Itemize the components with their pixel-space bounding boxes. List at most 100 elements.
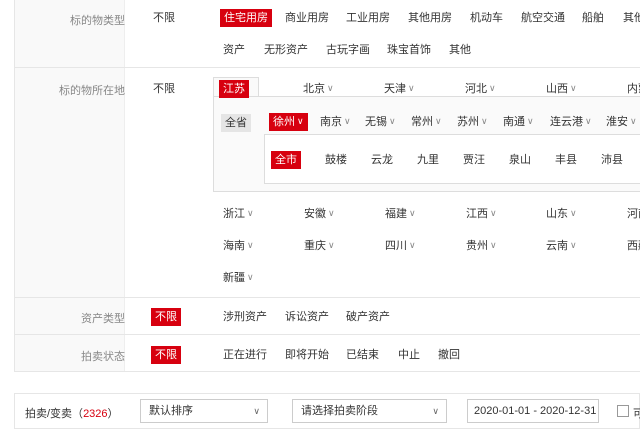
object-type-option-asset[interactable]: 资产 bbox=[223, 42, 245, 58]
province-sichuan[interactable]: 四川 ∨ bbox=[385, 238, 416, 254]
auction-status-suspended[interactable]: 中止 bbox=[398, 347, 420, 363]
district-peixian[interactable]: 沛县 bbox=[601, 152, 623, 168]
chevron-down-icon: ∨ bbox=[409, 240, 416, 250]
province-shandong[interactable]: 山东 ∨ bbox=[546, 206, 577, 222]
province-fujian[interactable]: 福建 ∨ bbox=[385, 206, 416, 222]
city-all-province[interactable]: 全省 bbox=[221, 114, 251, 132]
province-zhejiang[interactable]: 浙江 ∨ bbox=[223, 206, 254, 222]
city-huaian[interactable]: 淮安 ∨ bbox=[606, 114, 637, 130]
object-type-option-commercial[interactable]: 商业用房 bbox=[285, 10, 329, 26]
sort-select[interactable]: 默认排序 ∨ bbox=[140, 399, 268, 423]
asset-type-label: 资产类型 bbox=[81, 313, 125, 325]
chevron-down-icon: ∨ bbox=[328, 240, 335, 250]
result-count-label: 拍卖/变卖（2326） bbox=[25, 408, 119, 420]
object-type-option-antique[interactable]: 古玩字画 bbox=[326, 42, 370, 58]
chevron-down-icon: ∨ bbox=[389, 116, 396, 126]
auction-status-unlimited[interactable]: 不限 bbox=[151, 346, 181, 364]
chevron-down-icon: ∨ bbox=[247, 272, 254, 282]
province-chongqing[interactable]: 重庆 ∨ bbox=[304, 238, 335, 254]
district-jiuli[interactable]: 九里 bbox=[417, 152, 439, 168]
city-wuxi[interactable]: 无锡 ∨ bbox=[365, 114, 396, 130]
province-xizang[interactable]: 西藏 bbox=[627, 238, 640, 254]
province-guizhou[interactable]: 贵州 ∨ bbox=[466, 238, 497, 254]
province-hebei[interactable]: 河北 ∨ bbox=[465, 81, 496, 97]
province-beijing[interactable]: 北京 ∨ bbox=[303, 81, 334, 97]
chevron-down-icon: ∨ bbox=[328, 208, 335, 218]
chevron-down-icon: ∨ bbox=[435, 116, 442, 126]
location-label: 标的物所在地 bbox=[59, 85, 125, 97]
province-jiangsu[interactable]: 江苏 bbox=[219, 80, 249, 98]
object-type-option-vehicle[interactable]: 机动车 bbox=[470, 10, 503, 26]
province-tianjin[interactable]: 天津 ∨ bbox=[384, 81, 415, 97]
district-all-city[interactable]: 全市 bbox=[271, 151, 301, 169]
chevron-down-icon: ∨ bbox=[408, 83, 415, 93]
chevron-down-icon: ∨ bbox=[570, 208, 577, 218]
chevron-down-icon: ∨ bbox=[253, 406, 260, 416]
object-type-unlimited[interactable]: 不限 bbox=[153, 10, 175, 26]
province-henan[interactable]: 河南 bbox=[627, 206, 640, 222]
district-yunlong[interactable]: 云龙 bbox=[371, 152, 393, 168]
province-xinjiang[interactable]: 新疆 ∨ bbox=[223, 270, 254, 286]
province-jiangxi[interactable]: 江西 ∨ bbox=[466, 206, 497, 222]
district-gulou[interactable]: 鼓楼 bbox=[325, 152, 347, 168]
chevron-down-icon: ∨ bbox=[344, 116, 351, 126]
chevron-down-icon: ∨ bbox=[409, 208, 416, 218]
object-type-option-industrial[interactable]: 工业用房 bbox=[346, 10, 390, 26]
province-shanxi[interactable]: 山西 ∨ bbox=[546, 81, 577, 97]
city-nantong[interactable]: 南通 ∨ bbox=[503, 114, 534, 130]
city-nanjing[interactable]: 南京 ∨ bbox=[320, 114, 351, 130]
auction-status-ended[interactable]: 已结束 bbox=[346, 347, 379, 363]
chevron-down-icon: ∨ bbox=[570, 240, 577, 250]
chevron-down-icon: ∨ bbox=[490, 240, 497, 250]
city-lianyungang[interactable]: 连云港 ∨ bbox=[550, 114, 592, 130]
district-fengxian[interactable]: 丰县 bbox=[555, 152, 577, 168]
object-type-option-other[interactable]: 其他 bbox=[623, 10, 640, 26]
province-hainan[interactable]: 海南 ∨ bbox=[223, 238, 254, 254]
filter-checkbox[interactable] bbox=[617, 405, 629, 417]
object-type-option-other-2[interactable]: 其他 bbox=[449, 42, 471, 58]
object-type-option-other-housing[interactable]: 其他用房 bbox=[408, 10, 452, 26]
city-changzhou[interactable]: 常州 ∨ bbox=[411, 114, 442, 130]
asset-type-criminal[interactable]: 涉刑资产 bbox=[223, 309, 267, 325]
chevron-down-icon: ∨ bbox=[570, 83, 577, 93]
city-xuzhou[interactable]: 徐州 ∨ bbox=[269, 113, 308, 131]
chevron-down-icon: ∨ bbox=[489, 83, 496, 93]
result-count: 2326 bbox=[83, 408, 108, 420]
chevron-down-icon: ∨ bbox=[630, 116, 637, 126]
date-range-input[interactable]: 2020-01-01 - 2020-12-31 bbox=[467, 399, 599, 423]
city-suzhou[interactable]: 苏州 ∨ bbox=[457, 114, 488, 130]
object-type-option-residential[interactable]: 住宅用房 bbox=[220, 9, 272, 27]
stage-select[interactable]: 请选择拍卖阶段 ∨ bbox=[292, 399, 447, 423]
divider bbox=[15, 67, 640, 68]
object-type-option-ship[interactable]: 船舶 bbox=[582, 10, 604, 26]
chevron-down-icon: ∨ bbox=[585, 116, 592, 126]
sort-toolbar: 拍卖/变卖（2326） 默认排序 ∨ 请选择拍卖阶段 ∨ 2020-01-01 - … bbox=[14, 393, 640, 429]
auction-status-upcoming[interactable]: 即将开始 bbox=[285, 347, 329, 363]
province-anhui[interactable]: 安徽 ∨ bbox=[304, 206, 335, 222]
divider bbox=[15, 371, 640, 372]
chevron-down-icon: ∨ bbox=[432, 406, 439, 416]
location-unlimited[interactable]: 不限 bbox=[153, 81, 175, 97]
auction-status-withdrawn[interactable]: 撤回 bbox=[438, 347, 460, 363]
object-type-option-jewelry[interactable]: 珠宝首饰 bbox=[387, 42, 431, 58]
object-type-option-aviation[interactable]: 航空交通 bbox=[521, 10, 565, 26]
chevron-down-icon: ∨ bbox=[527, 116, 534, 126]
asset-type-litigation[interactable]: 诉讼资产 bbox=[285, 309, 329, 325]
province-neimeng[interactable]: 内蒙 bbox=[627, 81, 640, 97]
province-yunnan[interactable]: 云南 ∨ bbox=[546, 238, 577, 254]
object-type-label: 标的物类型 bbox=[70, 15, 125, 27]
auction-status-ongoing[interactable]: 正在进行 bbox=[223, 347, 267, 363]
district-quanshan[interactable]: 泉山 bbox=[509, 152, 531, 168]
chevron-down-icon: ∨ bbox=[327, 83, 334, 93]
object-type-option-intangible[interactable]: 无形资产 bbox=[264, 42, 308, 58]
district-jiawang[interactable]: 贾汪 bbox=[463, 152, 485, 168]
asset-type-bankruptcy[interactable]: 破产资产 bbox=[346, 309, 390, 325]
city-dropdown-panel bbox=[264, 134, 640, 184]
checkbox-label: 可 bbox=[633, 408, 640, 420]
chevron-down-icon: ∨ bbox=[297, 116, 304, 126]
filter-panel: 标的物类型 不限 住宅用房 商业用房 工业用房 其他用房 机动车 航空交通 船舶… bbox=[14, 0, 640, 372]
divider bbox=[15, 297, 640, 298]
chevron-down-icon: ∨ bbox=[490, 208, 497, 218]
chevron-down-icon: ∨ bbox=[481, 116, 488, 126]
asset-type-unlimited[interactable]: 不限 bbox=[151, 308, 181, 326]
